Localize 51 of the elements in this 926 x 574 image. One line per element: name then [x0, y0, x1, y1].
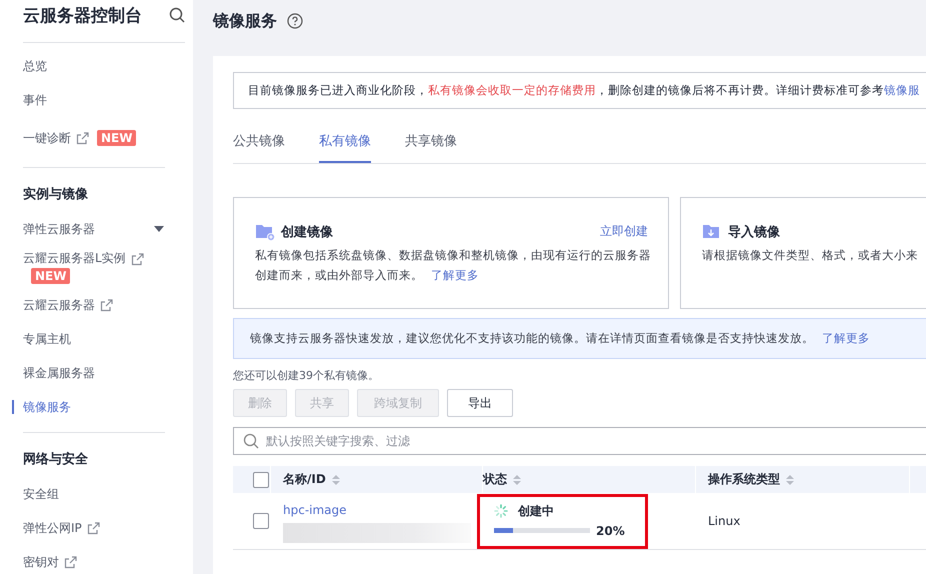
- search-icon: [169, 7, 185, 23]
- column-header[interactable]: 操作系统类型: [708, 471, 780, 488]
- learn-more-link[interactable]: 了解更多: [822, 331, 870, 345]
- page-title: 镜像服务: [213, 10, 277, 32]
- sidebar-item[interactable]: 弹性云服务器: [23, 212, 165, 246]
- learn-more-link[interactable]: 了解更多: [431, 268, 479, 282]
- folder-icon: [702, 222, 722, 241]
- select-all-checkbox[interactable]: [253, 472, 269, 488]
- sidebar-item[interactable]: 云耀云服务器: [23, 288, 165, 322]
- column-header[interactable]: 名称/ID: [283, 471, 326, 488]
- card-title: 创建镜像: [281, 224, 333, 240]
- status-text: 创建中: [518, 502, 554, 520]
- console-title: 云服务器控制台: [23, 4, 142, 26]
- sidebar-item[interactable]: 事件: [23, 83, 165, 117]
- pricing-link[interactable]: 镜像服: [884, 83, 920, 97]
- search-icon: [243, 433, 259, 449]
- card-description: 私有镜像包括系统盘镜像、数据盘镜像和整机镜像，由现有运行的云服务器创建而来，或由外部导入而来。 了解更多: [255, 247, 652, 284]
- spinner-icon: [494, 504, 508, 518]
- tab[interactable]: 私有镜像: [319, 127, 371, 163]
- progress-reading: 20%: [596, 524, 625, 538]
- tab[interactable]: 共享镜像: [405, 127, 457, 163]
- image-name-link[interactable]: hpc-image: [283, 503, 347, 517]
- row-checkbox[interactable]: [253, 513, 269, 529]
- notice-text: 目前镜像服务已进入商业化阶段，私有镜像会收取一定的存储费用，删除创建的镜像后将不再计费。详细计费标准可参考镜像服: [248, 83, 921, 98]
- column-header[interactable]: 状态: [483, 471, 507, 488]
- sidebar-item[interactable]: 云耀云服务器L实例 NEW: [23, 246, 165, 288]
- table-cell: Linux: [708, 514, 740, 528]
- sidebar-item[interactable]: 专属主机: [23, 322, 165, 356]
- quota-text: 您还可以创建39个私有镜像。: [233, 368, 380, 383]
- sort-icon: [786, 474, 794, 484]
- create-link[interactable]: 立即创建: [600, 223, 648, 240]
- card-description: 请根据镜像文件类型、格式，或者大小来: [702, 247, 918, 264]
- sidebar-item[interactable]: 安全组: [23, 477, 165, 511]
- section-heading: 网络与安全: [23, 450, 89, 469]
- info-text: 镜像支持云服务器快速发放，建议您优化不支持该功能的镜像。请在详情页面查看镜像是否支持快速发放。 了解更多: [250, 331, 871, 346]
- card-title: 导入镜像: [728, 224, 780, 240]
- sidebar-item[interactable]: 裸金属服务器: [23, 356, 165, 390]
- sort-icon: [513, 474, 521, 484]
- folder-icon: [255, 222, 275, 241]
- sidebar-item[interactable]: 弹性公网IP: [23, 511, 165, 545]
- sidebar-item[interactable]: 总览: [23, 49, 165, 83]
- search-field[interactable]: 默认按照关键字搜索、过滤: [233, 427, 926, 455]
- action-button[interactable]: 导出: [447, 389, 513, 417]
- tab[interactable]: 公共镜像: [233, 127, 285, 163]
- sidebar-item[interactable]: 一键诊断 NEW: [23, 117, 165, 159]
- sort-icon: [332, 474, 340, 484]
- help-icon: [287, 13, 303, 29]
- sidebar-item[interactable]: 密钥对: [23, 545, 165, 574]
- section-heading: 实例与镜像: [23, 186, 89, 204]
- new-badge: NEW: [31, 268, 70, 284]
- new-badge: NEW: [97, 130, 136, 146]
